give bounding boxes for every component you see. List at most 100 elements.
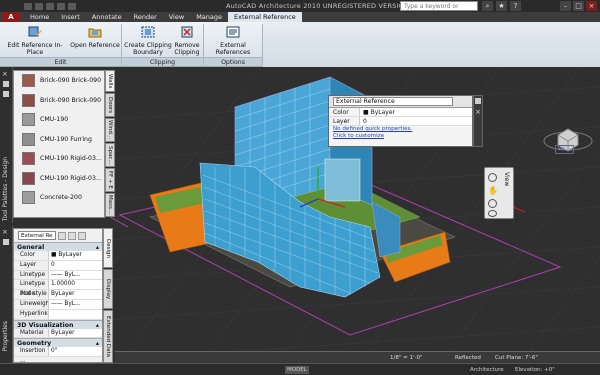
- object-type-select[interactable]: External Re: [18, 231, 56, 240]
- close-icon[interactable]: ×: [2, 70, 8, 78]
- palette-tool[interactable]: CMU-190 Rigid-03...: [14, 149, 104, 169]
- close-button[interactable]: ×: [586, 1, 597, 11]
- tab-doors[interactable]: Doors: [105, 93, 115, 117]
- customize-icon[interactable]: [475, 98, 481, 104]
- autohide-icon[interactable]: [3, 81, 9, 87]
- external-references-button[interactable]: External References: [205, 24, 261, 56]
- application-menu-button[interactable]: A: [2, 12, 20, 22]
- palette-tool[interactable]: Concrete-200: [14, 188, 104, 208]
- remove-clipping-icon: [181, 26, 193, 38]
- collapse-icon[interactable]: ▴: [96, 339, 99, 347]
- section-3d-visualization[interactable]: 3D Visualization ▴: [14, 319, 102, 329]
- property-row[interactable]: Color ■ ByLayer: [14, 251, 102, 261]
- orbit-icon[interactable]: [488, 210, 497, 217]
- collapse-icon[interactable]: ▴: [96, 243, 99, 251]
- palette-tool[interactable]: Brick-090 Brick-090: [14, 91, 104, 111]
- panel-options: Options: [204, 57, 262, 66]
- properties-icon[interactable]: [3, 91, 9, 97]
- new-file-icon[interactable]: [24, 2, 32, 10]
- close-icon[interactable]: ×: [475, 108, 481, 116]
- edit-reference-in-place-button[interactable]: Edit Reference In-Place: [2, 24, 68, 56]
- tab-external-reference[interactable]: External Reference: [228, 12, 302, 22]
- communication-center-icon[interactable]: ★: [496, 1, 507, 11]
- navigation-bar[interactable]: ✋ View: [484, 167, 514, 219]
- close-icon[interactable]: ×: [2, 228, 8, 236]
- ribbon-tabs: A Home Insert Annotate Render View Manag…: [0, 12, 600, 22]
- palette-tool[interactable]: CMU-190 Rigid-03...: [14, 169, 104, 189]
- tool-palette-titlebar[interactable]: × Tool Palettes - Design: [0, 67, 13, 223]
- properties-titlebar[interactable]: × Properties: [0, 226, 13, 363]
- maximize-button[interactable]: □: [573, 1, 584, 11]
- autohide-icon[interactable]: [3, 239, 9, 245]
- collapse-icon[interactable]: ▴: [96, 321, 99, 329]
- tab-home[interactable]: Home: [24, 12, 55, 22]
- select-objects-icon[interactable]: [68, 231, 76, 240]
- viewcube[interactable]: [540, 107, 596, 163]
- property-row[interactable]: Insertion ... 0": [14, 347, 102, 364]
- property-row[interactable]: Layer 0: [329, 117, 472, 126]
- ribbon: Edit Reference In-Place Open Reference C…: [0, 22, 600, 67]
- quick-properties-side-bar[interactable]: ×: [473, 95, 483, 147]
- redo-icon[interactable]: [68, 2, 76, 10]
- pan-icon[interactable]: ✋: [488, 186, 498, 195]
- tab-spaces[interactable]: Spac...: [105, 143, 115, 167]
- tab-walls[interactable]: Walls: [105, 70, 115, 92]
- section-geometry[interactable]: Geometry ▴: [14, 338, 102, 348]
- model-space-button[interactable]: MODEL: [285, 366, 309, 374]
- property-row[interactable]: Linetype —— ByL...: [14, 270, 102, 281]
- wcs-label[interactable]: WCS: [555, 145, 574, 154]
- title-bar: AutoCAD Architecture 2010 UNREGISTERED V…: [0, 0, 600, 20]
- section-general[interactable]: General ▴: [14, 242, 102, 251]
- tab-view[interactable]: View: [163, 12, 190, 22]
- zoom-icon[interactable]: [488, 199, 497, 208]
- quick-access-toolbar[interactable]: [0, 2, 76, 10]
- tab-insert[interactable]: Insert: [55, 12, 86, 22]
- property-row[interactable]: Layer 0: [14, 260, 102, 271]
- steering-wheel-icon[interactable]: [488, 173, 497, 182]
- save-icon[interactable]: [46, 2, 54, 10]
- search-input[interactable]: Type a keyword or phrase: [400, 1, 478, 20]
- wall-style-icon: [22, 171, 35, 185]
- tab-manage[interactable]: Manage: [190, 12, 228, 22]
- tab-ff-e[interactable]: FF + E: [105, 168, 115, 192]
- customize-link[interactable]: Click to customize: [329, 133, 472, 140]
- property-row[interactable]: Lineweight —— ByL...: [14, 299, 102, 310]
- minimize-button[interactable]: –: [560, 1, 571, 11]
- palette-tool[interactable]: CMU-190: [14, 110, 104, 130]
- object-type-select[interactable]: External Reference: [333, 97, 453, 106]
- tab-mass[interactable]: Mass...: [105, 193, 115, 217]
- tab-render[interactable]: Render: [128, 12, 163, 22]
- property-row[interactable]: Hyperlink: [14, 309, 102, 320]
- tab-display[interactable]: Display: [103, 269, 113, 309]
- create-clipping-boundary-button[interactable]: Create Clipping Boundary: [124, 24, 172, 56]
- tool-palette-title: Tool Palettes - Design: [2, 157, 9, 222]
- property-row[interactable]: Color ■ ByLayer: [329, 108, 472, 117]
- open-file-icon[interactable]: [35, 2, 43, 10]
- property-row[interactable]: Material ByLayer: [14, 328, 102, 339]
- undo-icon[interactable]: [57, 2, 65, 10]
- visual-style[interactable]: Reflected: [455, 354, 481, 362]
- tab-extended-data[interactable]: Extended Data: [103, 310, 113, 363]
- property-row[interactable]: Plot style ByLayer: [14, 290, 102, 300]
- no-quick-properties-link[interactable]: No defined quick properties.: [329, 126, 472, 133]
- elevation-readout: Elevation: +0": [515, 367, 555, 373]
- properties-tabs: Design Display Extended Data: [103, 228, 113, 363]
- annotation-scale[interactable]: 1/8" = 1'-0": [390, 354, 423, 362]
- property-row[interactable]: Linetype scale 1.00000: [14, 280, 102, 297]
- cut-plane[interactable]: Cut Plane: 7'-6": [495, 354, 538, 362]
- wall-style-icon: [22, 191, 35, 205]
- tab-annotate[interactable]: Annotate: [86, 12, 128, 22]
- wall-style-icon: [22, 93, 35, 107]
- help-icon[interactable]: ?: [510, 1, 521, 11]
- palette-tool[interactable]: Brick-090 Brick-090: [14, 71, 104, 91]
- properties-palette: External Re General ▴ Color ■ ByLayer Laye…: [13, 228, 103, 364]
- search-icon[interactable]: ⌕: [482, 1, 493, 11]
- tab-windows[interactable]: Wind...: [105, 118, 115, 142]
- palette-tool[interactable]: CMU-190 Furring: [14, 130, 104, 150]
- tab-design[interactable]: Design: [103, 228, 113, 268]
- quick-select-icon[interactable]: [78, 231, 86, 240]
- open-reference-button[interactable]: Open Reference: [70, 24, 120, 49]
- remove-clipping-button[interactable]: Remove Clipping: [172, 24, 202, 56]
- workspace-switcher[interactable]: Architecture: [470, 366, 504, 374]
- toggle-pickadd-icon[interactable]: [58, 231, 66, 240]
